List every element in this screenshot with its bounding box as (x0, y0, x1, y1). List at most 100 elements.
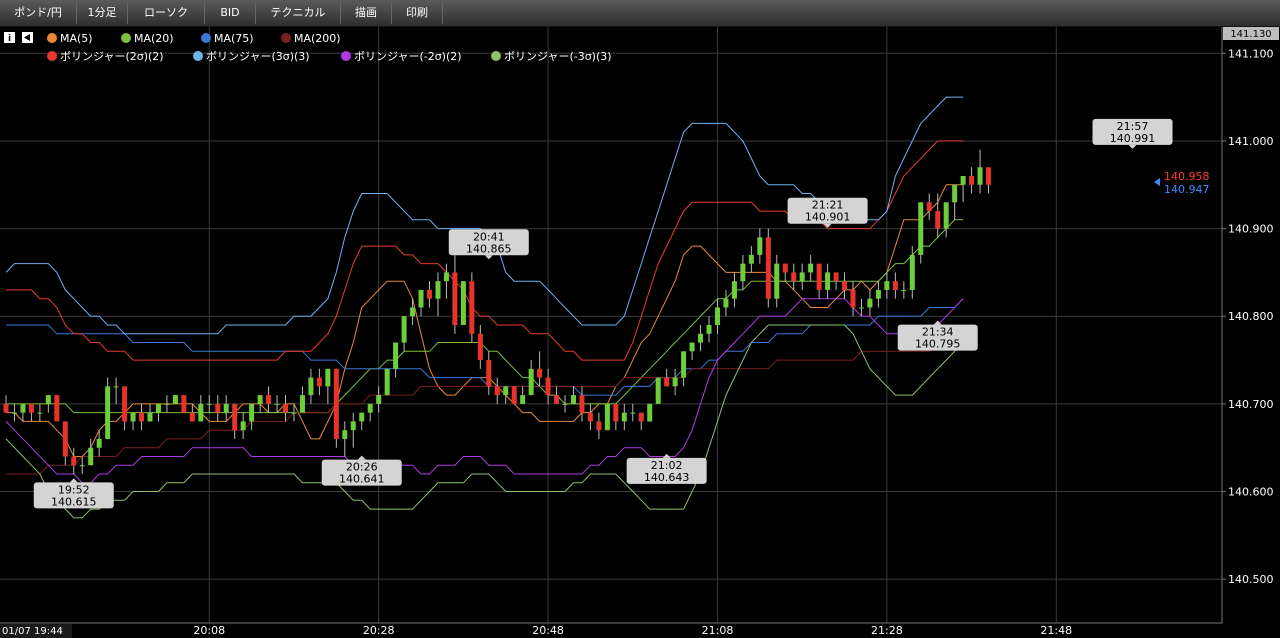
candle-body (274, 403, 280, 405)
print-button[interactable]: 印刷 (392, 2, 443, 24)
candle-body (266, 395, 272, 404)
candle-body (215, 403, 221, 413)
candle-body (638, 412, 644, 422)
currency-pair-button[interactable]: ポンド/円 (0, 2, 77, 24)
candle-body (240, 421, 246, 431)
annotation-low: 19:52140.615 (33, 478, 114, 509)
candle-body (96, 438, 102, 448)
candle-body (613, 403, 619, 422)
candle-body (918, 202, 924, 255)
candle-body (731, 281, 737, 299)
candle-body (443, 272, 449, 282)
legend-label: MA(20) (134, 32, 174, 45)
candle-body (604, 403, 610, 431)
candle-body (570, 395, 576, 404)
candle-body (723, 298, 729, 308)
drawing-button[interactable]: 描画 (341, 2, 392, 24)
candle-body (969, 176, 975, 185)
candle-body (350, 421, 356, 431)
candle-body (579, 395, 585, 413)
candle-body (977, 167, 983, 185)
candle-body (198, 403, 204, 422)
candle-body (359, 412, 365, 422)
x-tick-label: 21:28 (871, 624, 903, 637)
candle-body (113, 386, 119, 388)
x-tick-label: 21:48 (1040, 624, 1072, 637)
legend-label: MA(75) (214, 32, 254, 45)
candle-body (808, 263, 814, 273)
candle-body (384, 368, 390, 396)
candle-body (875, 289, 881, 299)
price-chart[interactable]: 19:52140.615 20:26140.641 20:41140.865 21:0… (0, 27, 1280, 638)
candle-body (740, 263, 746, 282)
candle-body (960, 176, 966, 185)
candle-body (892, 281, 898, 290)
candle-body (520, 395, 526, 404)
legend-label: ボリンジャー(3σ)(3) (206, 50, 310, 63)
candle-body (621, 412, 627, 422)
candle-body (587, 412, 593, 422)
candle-body (88, 447, 94, 466)
legend-swatch (201, 33, 211, 43)
timeframe-button[interactable]: 1分足 (77, 2, 128, 24)
legend-swatch (47, 51, 57, 61)
annotation-value: 140.865 (466, 242, 512, 255)
candle-body (28, 403, 34, 413)
candle-body (232, 403, 238, 431)
candle-body (867, 298, 873, 308)
candle-body (291, 412, 297, 414)
candle-body (249, 403, 255, 422)
candle-body (647, 403, 653, 422)
candle-body (45, 395, 51, 404)
candle-body (706, 325, 712, 334)
candle-body (257, 395, 263, 404)
candle-body (842, 281, 848, 290)
legend-swatch (121, 33, 131, 43)
y-tick-label: 140.700 (1228, 398, 1274, 411)
y-tick-label: 140.900 (1228, 223, 1274, 236)
candle-body (477, 333, 483, 361)
candle-body (596, 421, 602, 431)
price-type-button[interactable]: BID (205, 2, 256, 24)
candle-body (503, 386, 509, 396)
candle-body (452, 272, 458, 325)
y-tick-label: 141.000 (1228, 135, 1274, 148)
candle-body (147, 412, 153, 422)
candle-body (833, 272, 839, 282)
annotation-high: 21:57140.991 (1092, 118, 1173, 149)
candle-body (130, 412, 136, 422)
annotation-value: 140.901 (805, 211, 851, 224)
candle-body (952, 184, 958, 203)
candle-body (986, 167, 992, 185)
candle-body (825, 272, 831, 290)
candle-body (791, 272, 797, 282)
candle-body (299, 395, 305, 413)
candle-body (206, 403, 212, 405)
candle-body (181, 395, 187, 413)
candle-body (494, 386, 500, 396)
candle-body (283, 403, 289, 413)
annotation-low: 20:26140.641 (321, 455, 402, 486)
annotation-value: 140.795 (915, 338, 961, 351)
candle-body (418, 289, 424, 308)
candle-body (850, 289, 856, 308)
candle-body (909, 254, 915, 290)
candle-body (774, 263, 780, 299)
candle-body (486, 360, 492, 387)
annotation-value: 140.641 (339, 473, 385, 486)
candle-body (554, 395, 560, 404)
chart-type-button[interactable]: ローソク (128, 2, 205, 24)
candle-body (748, 254, 754, 264)
candle-body (71, 456, 77, 466)
candle-body (757, 237, 763, 255)
candle-body (901, 289, 907, 291)
x-tick-label: 20:48 (532, 624, 564, 637)
annotation-value: 140.643 (644, 471, 690, 484)
candle-body (689, 342, 695, 352)
legend-label: ボリンジャー(-2σ)(2) (354, 50, 462, 63)
candle-body (122, 386, 128, 422)
candle-body (799, 272, 805, 282)
x-tick-label: 20:08 (193, 624, 225, 637)
technical-button[interactable]: テクニカル (256, 2, 341, 24)
y-tick-label: 140.500 (1228, 573, 1274, 586)
